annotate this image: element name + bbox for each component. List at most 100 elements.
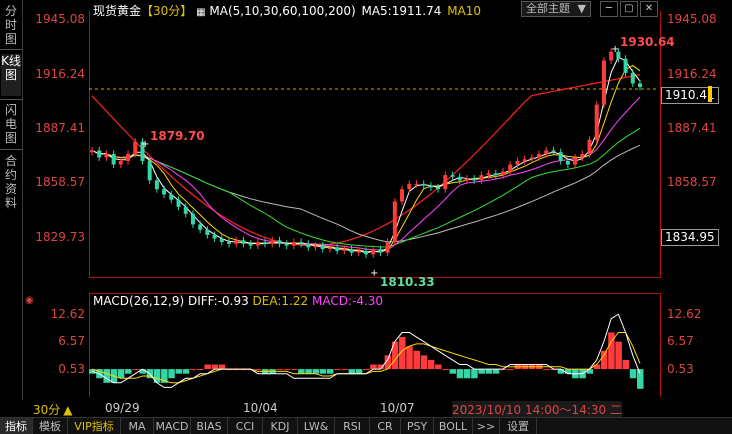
low-label: 1810.33 <box>380 275 435 289</box>
candle-body <box>479 175 484 181</box>
y-tick-left-5: 1829.73 <box>35 230 85 244</box>
close-icon[interactable]: ✕ <box>640 1 658 17</box>
period-selector[interactable]: 30分 ▲ <box>33 401 73 418</box>
tab-cci[interactable]: CCI <box>228 418 263 434</box>
candle-body <box>400 189 405 202</box>
candle-body <box>385 242 390 253</box>
candle-body <box>472 178 477 181</box>
chart-canvas[interactable]: + + + <box>0 0 732 434</box>
period-selector-label: 30分 <box>33 403 61 417</box>
ma60-line <box>91 127 641 248</box>
candle-body <box>104 153 109 158</box>
low-marker: + <box>370 268 378 279</box>
candle-body <box>522 159 527 161</box>
dropdown-arrow-icon: ▼ <box>577 2 586 15</box>
tab-ma[interactable]: MA <box>121 418 154 434</box>
macd-bar <box>175 369 183 374</box>
macd-bar <box>283 369 291 371</box>
tab-more[interactable]: >> <box>473 418 500 434</box>
grid-icon[interactable]: ▦ <box>196 7 205 18</box>
candle-body <box>306 243 311 248</box>
candle-body <box>436 187 441 190</box>
macd-bar <box>290 369 298 371</box>
candle-body <box>154 180 159 190</box>
macd-bar <box>600 350 608 370</box>
tab-psy[interactable]: PSY <box>401 418 434 434</box>
theme-label: 全部主题 <box>526 2 570 15</box>
candle-body <box>587 139 592 154</box>
candle-body <box>501 171 505 176</box>
period-label[interactable]: 【30分】 <box>141 4 192 18</box>
candle-body <box>630 72 635 84</box>
candle-body <box>378 249 383 253</box>
ma10-value: MA10 <box>447 4 482 18</box>
candle-body <box>486 173 491 176</box>
macd-bar <box>355 369 363 374</box>
candle-body <box>284 243 289 246</box>
tab-settings[interactable]: 设置 <box>500 418 537 434</box>
candle-body <box>126 153 131 161</box>
macd-bar <box>471 369 478 379</box>
y-tick-left-2: 1916.24 <box>35 67 85 81</box>
candle-body <box>162 189 167 195</box>
tab-boll[interactable]: BOLL <box>434 418 473 434</box>
macd-bar <box>168 369 175 379</box>
candle-body <box>270 240 275 244</box>
theme-select[interactable]: 全部主题 ▼ <box>521 1 591 17</box>
minimize-icon[interactable]: ─ <box>600 1 618 17</box>
y-tick-left-1: 1945.08 <box>35 12 85 26</box>
tab-macd[interactable]: MACD <box>154 418 191 434</box>
restore-icon[interactable]: ▢ <box>620 1 638 17</box>
macd-value: MACD:-4.30 <box>311 294 384 308</box>
macd-bar <box>218 364 226 370</box>
candle-body <box>169 194 174 200</box>
chart-header: 现货黄金【30分】 ▦ MA(5,10,30,60,100,200) MA5:1… <box>93 2 481 19</box>
candle-body <box>263 242 268 244</box>
candle-body <box>544 150 549 154</box>
high-left-marker: + <box>141 139 149 150</box>
macd-bar <box>125 369 132 374</box>
candle-body <box>205 229 210 235</box>
ma30-line <box>91 96 641 251</box>
settings-dot-icon[interactable]: ◉ <box>25 295 34 306</box>
candle-body <box>421 183 426 186</box>
candle-body <box>299 242 304 244</box>
tab-bias[interactable]: BIAS <box>191 418 228 434</box>
high-right-marker: + <box>611 44 619 55</box>
tab-cr[interactable]: CR <box>370 418 401 434</box>
candle-body <box>414 183 419 185</box>
macd-bar <box>420 355 428 370</box>
candle-body <box>565 160 570 165</box>
ma200-line <box>91 74 641 247</box>
tab-vip-indicator[interactable]: VIP指标 <box>68 418 121 434</box>
candle-body <box>327 247 332 250</box>
macd-bar <box>507 369 514 371</box>
macd-bar <box>629 369 637 379</box>
price-marker-icon <box>708 86 712 102</box>
macd-bar <box>622 359 630 370</box>
candle-body <box>558 152 563 161</box>
indicator-tab-bar: 指标 模板 VIP指标 MA MACD BIAS CCI KDJ LW& RSI… <box>0 417 732 434</box>
candle-body <box>515 160 520 165</box>
macd-bar <box>312 369 320 374</box>
tab-indicator[interactable]: 指标 <box>0 418 33 434</box>
candle-body <box>212 234 217 239</box>
macd-bar <box>276 369 283 371</box>
dea-value: DEA:1.22 <box>252 294 309 308</box>
high-left-label: 1879.70 <box>150 129 205 143</box>
candle-body <box>342 249 347 251</box>
tab-kdj[interactable]: KDJ <box>263 418 298 434</box>
candle-body <box>392 201 397 243</box>
candle-body <box>111 153 116 165</box>
tab-template[interactable]: 模板 <box>33 418 68 434</box>
macd-bar <box>204 364 211 370</box>
macd-bar <box>456 369 464 379</box>
ma-price-box: 1834.95 <box>661 229 719 246</box>
tab-lw[interactable]: LW& <box>298 418 335 434</box>
tab-rsi[interactable]: RSI <box>335 418 370 434</box>
macd-bar <box>363 369 370 371</box>
macd-bar <box>370 364 377 370</box>
candle-body <box>133 141 138 154</box>
candle-body <box>118 160 123 165</box>
candle-body <box>255 242 260 246</box>
